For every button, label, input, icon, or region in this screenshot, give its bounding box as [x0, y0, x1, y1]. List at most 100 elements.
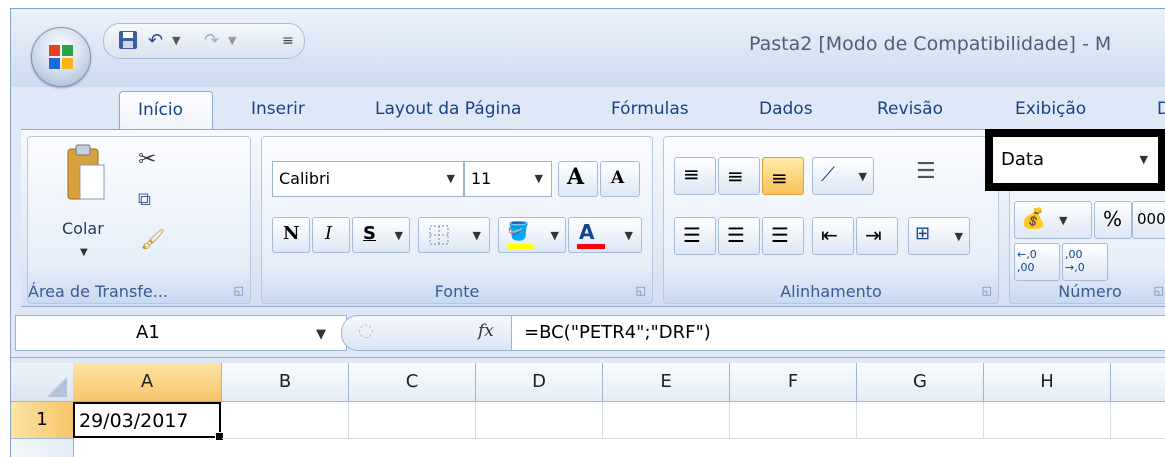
select-all-corner[interactable]: [11, 363, 74, 402]
tab-revisao[interactable]: Revisão: [877, 99, 943, 119]
group-clipboard: Colar ▼ ✂ ⧉ 🖌 Área de Transfe... ◱: [27, 136, 251, 304]
column-header-more[interactable]: [1111, 363, 1165, 402]
column-header-a[interactable]: A: [73, 363, 222, 403]
shrink-font-button[interactable]: A: [600, 161, 640, 197]
cell-g1[interactable]: [857, 402, 984, 439]
fill-color-button[interactable]: 🪣 ▼: [498, 217, 566, 253]
column-header-h[interactable]: H: [984, 363, 1111, 402]
column-header-d[interactable]: D: [476, 363, 603, 402]
name-box-dropdown-icon[interactable]: ▼: [316, 327, 326, 342]
font-color-swatch: [577, 244, 605, 249]
increase-indent-button[interactable]: ⇥: [856, 217, 898, 255]
align-top-button[interactable]: ≡: [674, 157, 716, 195]
align-top-icon: ≡: [683, 162, 700, 186]
group-label-clipboard: Área de Transfe...: [28, 282, 169, 301]
align-left-icon: ☰: [683, 223, 701, 247]
tab-inserir[interactable]: Inserir: [251, 99, 305, 119]
tab-formulas[interactable]: Fórmulas: [611, 99, 689, 119]
tab-label: Início: [138, 100, 183, 120]
cell-f1[interactable]: [730, 402, 857, 439]
chevron-down-icon: ▼: [550, 229, 559, 242]
align-right-button[interactable]: ☰: [762, 217, 804, 255]
align-bottom-button[interactable]: ≡: [762, 157, 804, 195]
column-header-c[interactable]: C: [349, 363, 476, 402]
paste-dropdown-icon[interactable]: ▼: [80, 247, 88, 258]
decrease-decimal-button[interactable]: ,00 →,0: [1062, 243, 1108, 281]
format-painter-icon[interactable]: 🖌: [140, 227, 165, 251]
chevron-down-icon: ▼: [1139, 153, 1148, 166]
column-header-b[interactable]: B: [222, 363, 349, 402]
clipboard-launcher-icon[interactable]: ◱: [234, 284, 244, 297]
borders-button[interactable]: ▼: [418, 217, 490, 253]
formula-bar: A1 ▼ ◌ fx =BC("PETR4";"DRF"): [11, 309, 1165, 358]
currency-button[interactable]: 💰 ▼: [1014, 201, 1092, 239]
redo-dropdown-icon[interactable]: ▼: [228, 30, 236, 52]
number-launcher-icon[interactable]: ◱: [1154, 284, 1164, 297]
insert-function-icon[interactable]: fx: [478, 321, 494, 341]
column-header-g[interactable]: G: [857, 363, 984, 402]
chevron-down-icon: ▼: [1059, 214, 1068, 227]
redo-icon[interactable]: ↷: [204, 30, 219, 52]
title-bar: ↶ ▼ ↷ ▼ ≡ Pasta2 [Modo de Compatibilidad…: [11, 9, 1165, 87]
italic-button[interactable]: I: [312, 217, 350, 253]
paste-icon: [67, 144, 105, 200]
font-size-combo[interactable]: 11 ▼: [464, 161, 552, 197]
paste-button[interactable]: Colar ▼: [58, 143, 118, 263]
merge-center-button[interactable]: ⊞ ▼: [908, 217, 970, 255]
decrease-indent-button[interactable]: ⇤: [812, 217, 854, 255]
window-title: Pasta2 [Modo de Compatibilidade] - M: [749, 33, 1112, 55]
cell-b1[interactable]: [222, 402, 349, 439]
name-box[interactable]: A1 ▼: [15, 315, 347, 351]
tab-layout[interactable]: Layout da Página: [375, 99, 521, 119]
align-middle-button[interactable]: ≡: [718, 157, 760, 195]
orientation-button[interactable]: ⟋ ▼: [812, 157, 874, 195]
cut-icon[interactable]: ✂: [138, 147, 156, 172]
font-launcher-icon[interactable]: ◱: [636, 284, 646, 297]
tab-inicio[interactable]: Início: [119, 91, 213, 132]
bold-button[interactable]: N: [272, 217, 310, 253]
undo-dropdown-icon[interactable]: ▼: [172, 30, 180, 52]
align-middle-icon: ≡: [727, 164, 744, 188]
column-header-f[interactable]: F: [730, 363, 857, 402]
group-label-number: Número: [1058, 282, 1122, 301]
number-format-combo[interactable]: Data ▼: [993, 137, 1158, 183]
align-center-button[interactable]: ☰: [718, 217, 760, 255]
chevron-down-icon: ▼: [394, 229, 403, 242]
align-left-button[interactable]: ☰: [674, 217, 716, 255]
align-center-icon: ☰: [727, 223, 745, 247]
percent-button[interactable]: %: [1094, 201, 1132, 239]
grow-font-button[interactable]: A: [558, 161, 598, 197]
formula-input[interactable]: =BC("PETR4";"DRF"): [511, 315, 1165, 351]
save-icon[interactable]: [118, 30, 138, 52]
customize-qat-icon[interactable]: ≡: [282, 30, 294, 52]
currency-icon: 💰: [1021, 206, 1046, 230]
underline-button[interactable]: S ▼: [352, 217, 410, 253]
wrap-text-icon[interactable]: ☰: [916, 159, 936, 184]
cancel-entry-icon[interactable]: ◌: [358, 320, 374, 341]
tab-dados[interactable]: Dados: [759, 99, 813, 119]
undo-icon[interactable]: ↶: [148, 30, 163, 52]
row-header-2[interactable]: [11, 439, 74, 457]
font-name-value: Calibri: [279, 169, 331, 188]
borders-icon: [429, 225, 449, 245]
font-color-button[interactable]: A ▼: [568, 217, 642, 253]
cell-d1[interactable]: [476, 402, 603, 439]
tab-exibicao[interactable]: Exibição: [1015, 99, 1086, 119]
cell-a1-value: 29/03/2017: [79, 410, 189, 432]
cell-e1[interactable]: [603, 402, 730, 439]
cell-h1[interactable]: [984, 402, 1111, 439]
tab-more[interactable]: D: [1157, 99, 1165, 119]
row-header-1[interactable]: 1: [11, 402, 74, 439]
column-header-e[interactable]: E: [603, 363, 730, 402]
copy-icon[interactable]: ⧉: [138, 189, 151, 210]
cell-i1[interactable]: [1111, 402, 1165, 439]
cell-c1[interactable]: [349, 402, 476, 439]
thousands-button[interactable]: 000: [1132, 201, 1165, 239]
cell-a1[interactable]: 29/03/2017: [73, 402, 224, 441]
font-name-combo[interactable]: Calibri ▼: [272, 161, 464, 197]
office-button[interactable]: [31, 27, 91, 87]
alignment-launcher-icon[interactable]: ◱: [982, 284, 992, 297]
increase-decimal-button[interactable]: ←,0 ,00: [1014, 243, 1060, 281]
group-label-font: Fonte: [434, 282, 480, 301]
chevron-down-icon: ▼: [624, 229, 633, 242]
